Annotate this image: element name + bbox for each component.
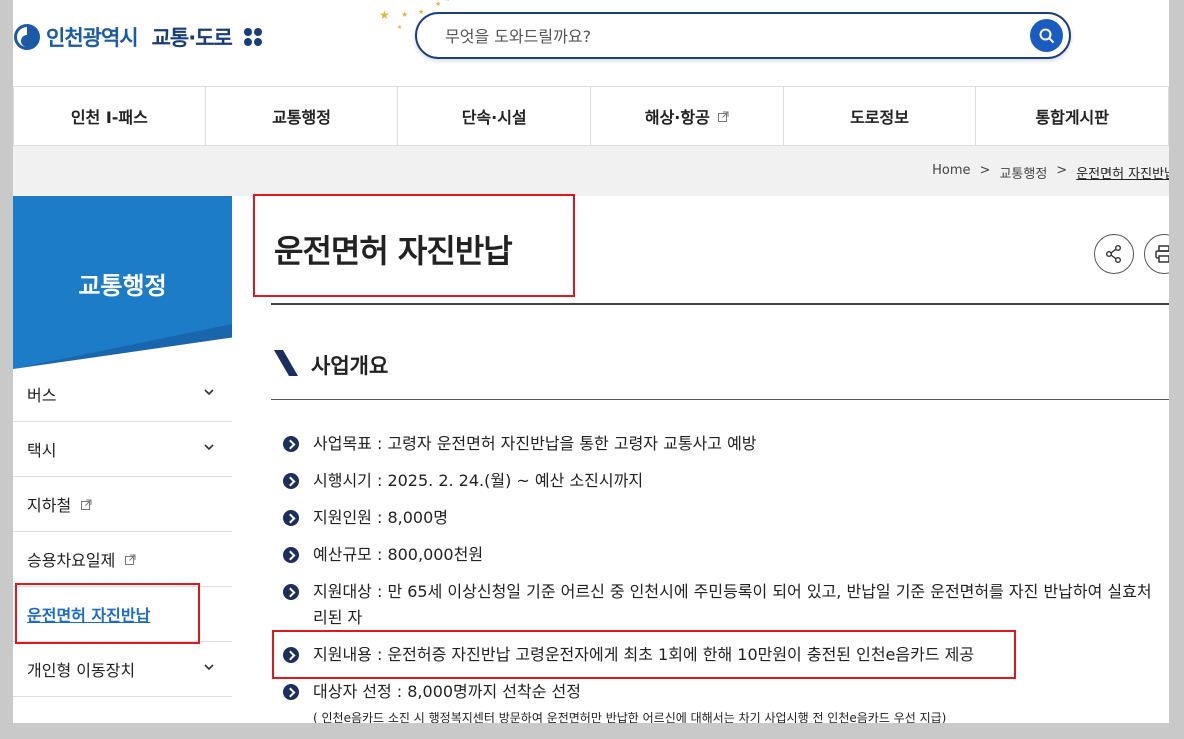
site-section-name[interactable]: 교통·도로 [152, 22, 233, 52]
share-button[interactable] [1094, 234, 1134, 274]
sidebar-item-subway[interactable]: 지하철 [13, 477, 232, 532]
search-input[interactable] [445, 25, 1005, 47]
highlight-box-title [253, 194, 575, 297]
chevron-down-icon [204, 389, 214, 396]
highlight-box-sidebar-item [15, 583, 200, 644]
breadcrumb-level1[interactable]: 교통행정 [999, 163, 1047, 182]
section-divider [271, 399, 1169, 400]
breadcrumb: Home > 교통행정 > 운전면허 자진반납 [932, 163, 1169, 182]
overview-list: 사업목표 : 고령자 운전면허 자진반납을 통한 고령자 교통사고 예방 시행시… [283, 431, 1163, 723]
bullet-arrow-icon [283, 436, 299, 452]
sidebar-item-bus[interactable]: 버스 [13, 367, 232, 422]
list-item: 사업목표 : 고령자 운전면허 자진반납을 통한 고령자 교통사고 예방 [283, 431, 1163, 457]
breadcrumb-current[interactable]: 운전면허 자진반납 [1076, 163, 1169, 182]
bullet-arrow-icon [283, 473, 299, 489]
bullet-arrow-icon [283, 684, 299, 700]
share-icon [1106, 245, 1121, 263]
title-divider [271, 303, 1169, 305]
search-icon [1039, 28, 1054, 43]
sidebar-item-taxi[interactable]: 택시 [13, 422, 232, 477]
nav-item-enforcement[interactable]: 단속·시설 [398, 87, 592, 145]
nav-item-marine-air[interactable]: 해상·항공 [591, 87, 784, 145]
bullet-arrow-icon [283, 510, 299, 526]
list-item: 예산규모 : 800,000천원 [283, 542, 1163, 568]
search-bar [415, 12, 1071, 59]
external-link-icon [717, 111, 729, 122]
print-button[interactable] [1144, 234, 1169, 274]
section-title: 사업개요 [311, 354, 389, 378]
sidebar-header: 교통행정 [13, 196, 232, 369]
nav-item-road-info[interactable]: 도로정보 [784, 87, 977, 145]
external-link-icon [125, 554, 136, 565]
main-nav: 인천 I-패스 교통행정 단속·시설 해상·항공 도로정보 통합게시판 [13, 86, 1169, 146]
all-menu-icon[interactable] [243, 28, 262, 46]
sidebar-item-personal-mobility[interactable]: 개인형 이동장치 [13, 642, 232, 697]
breadcrumb-separator: > [979, 163, 991, 178]
section-mark-icon [274, 350, 298, 376]
sidebar-menu: 버스 택시 지하철 승용차요일제 운전면허 자진반납 개인형 이동장치 [13, 367, 232, 697]
nav-item-board[interactable]: 통합게시판 [976, 87, 1169, 145]
page: 인천광역시 교통·도로 ★ ★ ★ ★ ★ ★ 인천 I-패스 교통행정 단속·… [13, 0, 1169, 723]
sidebar-item-car-day[interactable]: 승용차요일제 [13, 532, 232, 587]
search-button[interactable] [1030, 19, 1063, 52]
site-header: 인천광역시 교통·도로 ★ ★ ★ ★ ★ ★ [13, 0, 1169, 86]
bullet-arrow-icon [283, 584, 299, 600]
selection-note: ( 인천e음카드 소진 시 행정복지센터 방문하여 운전면허만 반납한 어르신에… [313, 711, 947, 723]
chevron-down-icon [204, 664, 214, 671]
brand-name: 인천광역시 [46, 26, 139, 50]
nav-item-traffic-admin[interactable]: 교통행정 [206, 87, 399, 145]
breadcrumb-bar: Home > 교통행정 > 운전면허 자진반납 [13, 146, 1169, 196]
print-icon [1155, 245, 1169, 263]
list-item: 지원인원 : 8,000명 [283, 505, 1163, 531]
external-link-icon [81, 499, 92, 510]
incheon-logo-icon [14, 24, 40, 50]
list-item: 지원대상 : 만 65세 이상신청일 기준 어르신 중 인천시에 주민등록이 되… [283, 579, 1163, 631]
bullet-arrow-icon [283, 547, 299, 563]
breadcrumb-home[interactable]: Home [932, 163, 970, 182]
site-logo[interactable]: 인천광역시 교통·도로 [13, 22, 262, 52]
nav-item-ipass[interactable]: 인천 I-패스 [13, 87, 206, 145]
highlight-box-support-content [272, 630, 1016, 679]
sidebar-title: 교통행정 [78, 272, 167, 300]
chevron-down-icon [204, 444, 214, 451]
breadcrumb-separator: > [1056, 163, 1068, 178]
list-item: 시행시기 : 2025. 2. 24.(월) ~ 예산 소진시까지 [283, 468, 1163, 494]
list-item: 대상자 선정 : 8,000명까지 선착순 선정 ( 인천e음카드 소진 시 행… [283, 679, 1163, 723]
